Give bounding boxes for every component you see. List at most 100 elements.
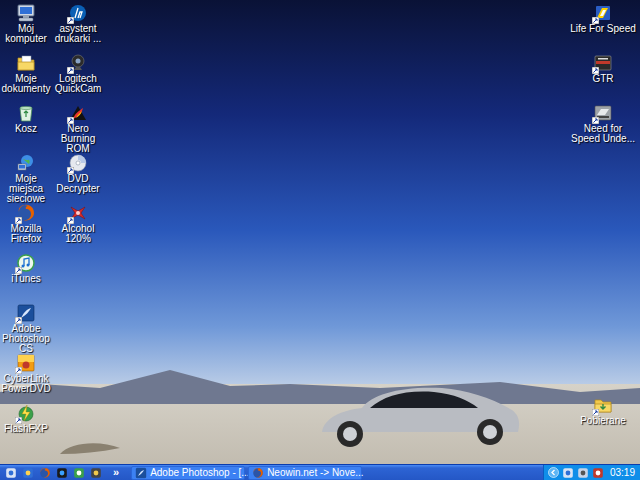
desktop-icon-label: DVD Decrypter	[52, 174, 104, 194]
clock[interactable]: 03:19	[610, 467, 635, 478]
desktop-icon-label: Life For Speed	[570, 24, 636, 34]
desktop-icon-image	[16, 253, 36, 273]
desktop-icon-label: Nero Burning ROM	[52, 124, 104, 154]
desktop-icon[interactable]: Pobierane	[570, 392, 636, 442]
desktop-icon[interactable]: GTR	[570, 50, 636, 100]
desktop-icon-label: Alcohol 120%	[52, 224, 104, 244]
desktop-icon-image	[16, 53, 36, 73]
desktop-icon-label: Moje miejsca sieciowe	[0, 174, 52, 204]
desktop-icon[interactable]: Need for Speed Unde...	[570, 100, 636, 150]
shortcut-arrow-icon	[67, 217, 74, 224]
desktop-icon-label: Logitech QuickCam	[52, 74, 104, 94]
shortcut-arrow-icon	[592, 67, 599, 74]
documents-folder-icon	[16, 53, 36, 73]
shortcut-arrow-icon	[15, 217, 22, 224]
desktop-icon[interactable]: Adobe Photoshop CS	[0, 300, 52, 350]
desktop-icon-image	[16, 353, 36, 373]
desktop-icon[interactable]: Alcohol 120%	[52, 200, 104, 250]
desktop-icon-image	[16, 303, 36, 323]
desktop-icon-image	[16, 203, 36, 223]
desktop-icon-label: Mój komputer	[0, 24, 52, 44]
desktop-icon[interactable]: iTunes	[0, 250, 52, 300]
desktop-icon-image	[68, 53, 88, 73]
shortcut-arrow-icon	[15, 367, 22, 374]
desktop-icon-image	[68, 203, 88, 223]
quick-launch: »	[0, 467, 123, 479]
wallpaper	[0, 0, 640, 464]
desktop-icon[interactable]: Kosz	[0, 100, 52, 150]
icon-column: Mój komputer Moje dokumenty Kosz Moje miejs…	[0, 0, 52, 450]
desktop-icon-image	[593, 103, 613, 123]
photoshop-icon	[135, 467, 147, 479]
desktop-icon-label: asystent drukarki ...	[52, 24, 104, 44]
messenger-icon[interactable]	[73, 467, 85, 479]
desktop: Mój komputer Moje dokumenty Kosz Moje miejs…	[0, 0, 640, 464]
shortcut-arrow-icon	[15, 267, 22, 274]
volume-tray-icon[interactable]	[577, 467, 589, 479]
shortcut-arrow-icon	[67, 67, 74, 74]
desktop-icon-label: Mozilla Firefox	[0, 224, 52, 244]
shortcut-arrow-icon	[15, 317, 22, 324]
desktop-icon-label: Adobe Photoshop CS	[0, 324, 52, 354]
desktop-icon[interactable]: Logitech QuickCam	[52, 50, 104, 100]
desktop-icon-label: Need for Speed Unde...	[570, 124, 636, 144]
desktop-icon[interactable]: DVD Decrypter	[52, 150, 104, 200]
left-icon-columns: Mój komputer Moje dokumenty Kosz Moje miejs…	[0, 0, 104, 464]
task-buttons: Adobe Photoshop - [...Neowin.net -> Nove…	[123, 466, 362, 480]
antivirus-tray-icon[interactable]	[592, 467, 604, 479]
shortcut-arrow-icon	[15, 417, 22, 424]
wallpaper-photo	[0, 334, 640, 464]
desktop-icon-image	[593, 53, 613, 73]
desktop-icon[interactable]: Mozilla Firefox	[0, 200, 52, 250]
task-button[interactable]: Neowin.net -> Nove...	[248, 466, 362, 480]
show-hidden-icons-icon[interactable]	[548, 467, 559, 478]
desktop-icon[interactable]: CyberLink PowerDVD	[0, 350, 52, 400]
network-places-icon	[16, 153, 36, 173]
system-tray: 03:19	[543, 465, 640, 480]
desktop-icon-image	[68, 153, 88, 173]
quick-launch-more[interactable]: »	[113, 467, 119, 478]
computer-icon	[16, 3, 36, 23]
app-icon[interactable]	[90, 467, 102, 479]
desktop-icon[interactable]: Moje dokumenty	[0, 50, 52, 100]
firefox-icon	[252, 467, 264, 479]
shortcut-arrow-icon	[592, 17, 599, 24]
shortcut-arrow-icon	[67, 167, 74, 174]
task-button[interactable]: Adobe Photoshop - [...	[131, 466, 245, 480]
desktop-icon[interactable]: Mój komputer	[0, 0, 52, 50]
desktop-icon[interactable]: Moje miejsca sieciowe	[0, 150, 52, 200]
desktop-icon-label: iTunes	[11, 274, 41, 284]
desktop-icon[interactable]: asystent drukarki ...	[52, 0, 104, 50]
desktop-icon-label: Pobierane	[580, 416, 626, 426]
taskbar: » Adobe Photoshop - [...Neowin.net -> Nov…	[0, 464, 640, 480]
screen: Mój komputer Moje dokumenty Kosz Moje miejs…	[0, 0, 640, 480]
desktop-icon-image	[16, 103, 36, 123]
desktop-icon-label: FlashFXP	[4, 424, 48, 434]
desktop-icon-label: Kosz	[15, 124, 37, 134]
task-button-label: Adobe Photoshop - [...	[150, 467, 250, 478]
shortcut-arrow-icon	[592, 117, 599, 124]
desktop-icon-label: Moje dokumenty	[0, 74, 52, 94]
desktop-icon-image	[16, 153, 36, 173]
desktop-icon-image	[16, 403, 36, 423]
desktop-icon-image	[68, 103, 88, 123]
shortcut-arrow-icon	[67, 117, 74, 124]
media-player-icon[interactable]	[56, 467, 68, 479]
desktop-icon[interactable]: FlashFXP	[0, 400, 52, 450]
desktop-icon[interactable]: Life For Speed	[570, 0, 636, 50]
show-desktop-icon[interactable]	[5, 467, 17, 479]
desktop-icon-image	[593, 3, 613, 23]
internet-explorer-icon[interactable]	[22, 467, 34, 479]
icon-column: asystent drukarki ... Logitech QuickCam Ne…	[52, 0, 104, 250]
firefox-icon	[39, 467, 51, 479]
desktop-icon-image	[68, 3, 88, 23]
shortcut-arrow-icon	[67, 17, 74, 24]
desktop-icon-image	[16, 3, 36, 23]
desktop-icon[interactable]: Nero Burning ROM	[52, 100, 104, 150]
desktop-icon-image	[593, 395, 613, 415]
recycle-bin-icon	[16, 103, 36, 123]
desktop-icon-label: CyberLink PowerDVD	[0, 374, 52, 394]
right-icon-column: Life For Speed GTR Need for Speed Unde... P…	[570, 0, 640, 464]
network-tray-icon[interactable]	[562, 467, 574, 479]
shortcut-arrow-icon	[592, 409, 599, 416]
